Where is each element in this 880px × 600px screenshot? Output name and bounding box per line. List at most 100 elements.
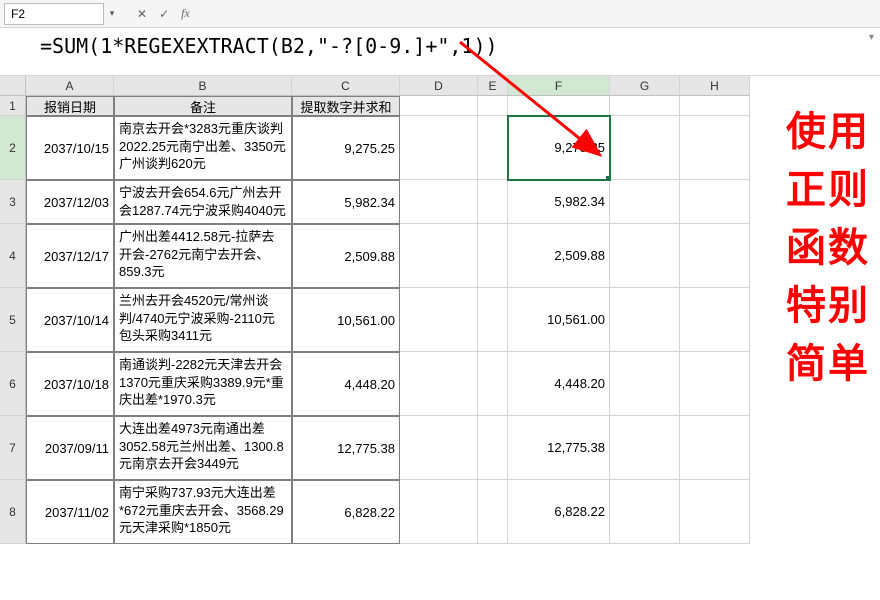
column-header-E[interactable]: E	[478, 76, 508, 96]
name-box-value: F2	[11, 7, 25, 21]
cell-A5[interactable]: 2037/10/14	[26, 288, 114, 352]
row-header-1[interactable]: 1	[0, 96, 26, 116]
cell-C1[interactable]: 提取数字并求和	[292, 96, 400, 116]
table-row: 2037/09/11大连出差4973元南通出差3052.58元兰州出差、1300…	[26, 416, 880, 480]
cell-E4[interactable]	[478, 224, 508, 288]
column-header-G[interactable]: G	[610, 76, 680, 96]
cell-A6[interactable]: 2037/10/18	[26, 352, 114, 416]
formula-toolbar: ✕ ✓ fx	[134, 6, 193, 21]
cell-A1[interactable]: 报销日期	[26, 96, 114, 116]
row-header-7[interactable]: 7	[0, 416, 26, 480]
cell-F8[interactable]: 6,828.22	[508, 480, 610, 544]
cell-H6[interactable]	[680, 352, 750, 416]
cell-F7[interactable]: 12,775.38	[508, 416, 610, 480]
formula-cancel-button[interactable]: ✕	[134, 7, 150, 21]
table-row: 2037/10/15南京去开会*3283元重庆谈判2022.25元南宁出差、33…	[26, 116, 880, 180]
cell-E2[interactable]	[478, 116, 508, 180]
formula-expand-icon[interactable]: ▾	[869, 32, 874, 43]
select-all-corner[interactable]	[0, 76, 26, 96]
row-header-5[interactable]: 5	[0, 288, 26, 352]
cell-G2[interactable]	[610, 116, 680, 180]
cell-C7[interactable]: 12,775.38	[292, 416, 400, 480]
cell-B7[interactable]: 大连出差4973元南通出差3052.58元兰州出差、1300.8元南京去开会34…	[114, 416, 292, 480]
cell-F5[interactable]: 10,561.00	[508, 288, 610, 352]
column-header-A[interactable]: A	[26, 76, 114, 96]
cell-C4[interactable]: 2,509.88	[292, 224, 400, 288]
cell-A2[interactable]: 2037/10/15	[26, 116, 114, 180]
cell-D7[interactable]	[400, 416, 478, 480]
cell-H2[interactable]	[680, 116, 750, 180]
column-header-D[interactable]: D	[400, 76, 478, 96]
cell-E5[interactable]	[478, 288, 508, 352]
cell-D3[interactable]	[400, 180, 478, 224]
cell-H4[interactable]	[680, 224, 750, 288]
cell-A4[interactable]: 2037/12/17	[26, 224, 114, 288]
row-header-6[interactable]: 6	[0, 352, 26, 416]
cell-B5[interactable]: 兰州去开会4520元/常州谈判/4740元宁波采购-2110元包头采购3411元	[114, 288, 292, 352]
cell-D4[interactable]	[400, 224, 478, 288]
row-headers-column: 12345678	[0, 76, 26, 544]
cell-G4[interactable]	[610, 224, 680, 288]
name-box[interactable]: F2	[4, 3, 104, 25]
cell-F3[interactable]: 5,982.34	[508, 180, 610, 224]
row-header-8[interactable]: 8	[0, 480, 26, 544]
cell-D6[interactable]	[400, 352, 478, 416]
cell-E8[interactable]	[478, 480, 508, 544]
cell-H3[interactable]	[680, 180, 750, 224]
cell-C2[interactable]: 9,275.25	[292, 116, 400, 180]
cell-G3[interactable]	[610, 180, 680, 224]
row-header-2[interactable]: 2	[0, 116, 26, 180]
cell-B4[interactable]: 广州出差4412.58元-拉萨去开会-2762元南宁去开会、859.3元	[114, 224, 292, 288]
cell-B8[interactable]: 南宁采购737.93元大连出差*672元重庆去开会、3568.29元天津采购*1…	[114, 480, 292, 544]
cell-G5[interactable]	[610, 288, 680, 352]
cell-F6[interactable]: 4,448.20	[508, 352, 610, 416]
cell-H7[interactable]	[680, 416, 750, 480]
column-header-C[interactable]: C	[292, 76, 400, 96]
column-headers-row: ABCDEFGH	[26, 76, 880, 96]
cell-F1[interactable]	[508, 96, 610, 116]
cell-G8[interactable]	[610, 480, 680, 544]
cell-E1[interactable]	[478, 96, 508, 116]
cell-D8[interactable]	[400, 480, 478, 544]
cell-C3[interactable]: 5,982.34	[292, 180, 400, 224]
column-header-B[interactable]: B	[114, 76, 292, 96]
table-row: 2037/11/02南宁采购737.93元大连出差*672元重庆去开会、3568…	[26, 480, 880, 544]
column-header-F[interactable]: F	[508, 76, 610, 96]
row-header-4[interactable]: 4	[0, 224, 26, 288]
cell-H5[interactable]	[680, 288, 750, 352]
cell-B3[interactable]: 宁波去开会654.6元广州去开会1287.74元宁波采购4040元	[114, 180, 292, 224]
cell-A7[interactable]: 2037/09/11	[26, 416, 114, 480]
row-header-3[interactable]: 3	[0, 180, 26, 224]
table-row: 2037/10/18南通谈判-2282元天津去开会1370元重庆采购3389.9…	[26, 352, 880, 416]
formula-bar-content: =SUM(1*REGEXEXTRACT(B2,"-?[0-9.]+",1))	[40, 34, 498, 58]
column-header-H[interactable]: H	[680, 76, 750, 96]
cell-G6[interactable]	[610, 352, 680, 416]
formula-accept-button[interactable]: ✓	[156, 7, 172, 21]
cell-C5[interactable]: 10,561.00	[292, 288, 400, 352]
cell-C6[interactable]: 4,448.20	[292, 352, 400, 416]
cell-A3[interactable]: 2037/12/03	[26, 180, 114, 224]
table-row: 报销日期备注提取数字并求和	[26, 96, 880, 116]
cell-A8[interactable]: 2037/11/02	[26, 480, 114, 544]
cell-H8[interactable]	[680, 480, 750, 544]
cell-G1[interactable]	[610, 96, 680, 116]
fx-icon[interactable]: fx	[178, 6, 193, 21]
formula-bar[interactable]: =SUM(1*REGEXEXTRACT(B2,"-?[0-9.]+",1))	[0, 28, 880, 76]
cell-E3[interactable]	[478, 180, 508, 224]
cell-C8[interactable]: 6,828.22	[292, 480, 400, 544]
cell-D1[interactable]	[400, 96, 478, 116]
table-row: 2037/10/14兰州去开会4520元/常州谈判/4740元宁波采购-2110…	[26, 288, 880, 352]
cell-B2[interactable]: 南京去开会*3283元重庆谈判2022.25元南宁出差、3350元广州谈判620…	[114, 116, 292, 180]
cell-E7[interactable]	[478, 416, 508, 480]
cell-F2[interactable]: 9,275.25	[508, 116, 610, 180]
cell-B6[interactable]: 南通谈判-2282元天津去开会1370元重庆采购3389.9元*重庆出差*197…	[114, 352, 292, 416]
cell-G7[interactable]	[610, 416, 680, 480]
name-box-dropdown-icon[interactable]: ▾	[104, 8, 120, 19]
cell-D2[interactable]	[400, 116, 478, 180]
cell-E6[interactable]	[478, 352, 508, 416]
cell-B1[interactable]: 备注	[114, 96, 292, 116]
table-row: 2037/12/17广州出差4412.58元-拉萨去开会-2762元南宁去开会、…	[26, 224, 880, 288]
cell-D5[interactable]	[400, 288, 478, 352]
cell-F4[interactable]: 2,509.88	[508, 224, 610, 288]
cell-H1[interactable]	[680, 96, 750, 116]
